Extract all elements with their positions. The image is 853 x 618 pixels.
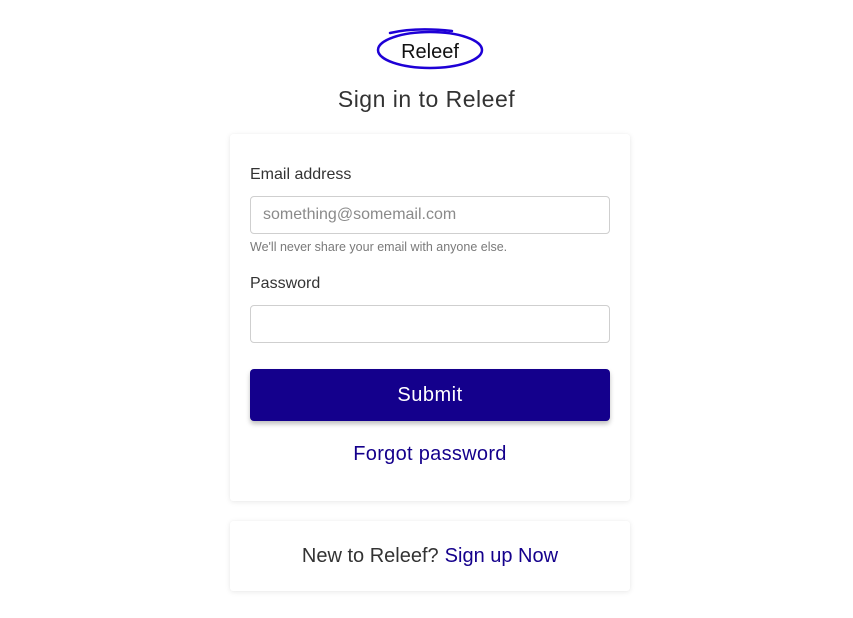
logo-ring-icon: Releef	[376, 28, 484, 70]
releef-logo[interactable]: Releef	[376, 27, 486, 71]
sign-up-link[interactable]: Sign up Now	[445, 545, 558, 568]
signup-prefix-text: New to Releef?	[301, 544, 439, 567]
password-label: Password	[250, 275, 321, 292]
logo-text: Releef	[401, 41, 459, 63]
password-input[interactable]	[250, 305, 610, 343]
forgot-password-link[interactable]: Forgot password	[230, 443, 630, 466]
signup-card: New to Releef? Sign up Now	[230, 521, 630, 591]
login-card: Email address We'll never share your ema…	[230, 134, 630, 501]
email-help-text: We'll never share your email with anyone…	[250, 240, 508, 254]
login-page: Releef Sign in to Releef Email address W…	[0, 0, 853, 618]
email-input[interactable]	[250, 196, 610, 234]
email-label: Email address	[250, 166, 352, 183]
page-title: Sign in to Releef	[337, 86, 516, 112]
submit-button[interactable]: Submit	[250, 369, 610, 421]
